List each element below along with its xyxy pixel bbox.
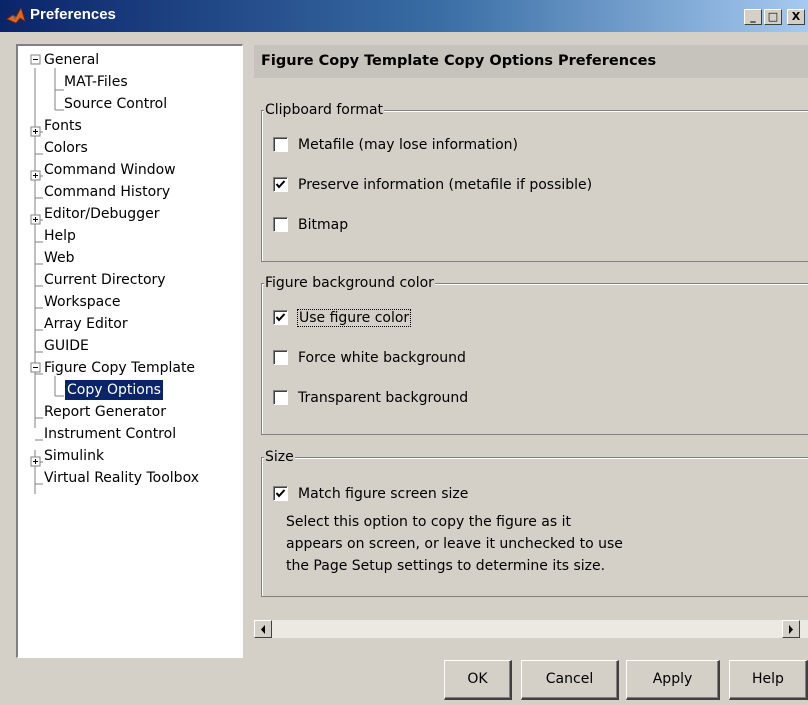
tree-item-array-editor[interactable]: Array Editor [42, 314, 130, 334]
clipboard-format-group: Clipboard format Metafile (may lose info… [261, 100, 808, 262]
preserve-information-label[interactable]: Preserve information (metafile if possib… [298, 175, 592, 195]
figure-background-color-legend: Figure background color [264, 273, 435, 293]
force-white-background-checkbox[interactable] [273, 350, 288, 365]
checkmark-icon [275, 313, 286, 322]
close-button[interactable]: X [787, 9, 805, 25]
use-figure-color-label[interactable]: Use figure color [296, 309, 412, 327]
tree-item-figure-copy-template[interactable]: Figure Copy Template [42, 358, 197, 378]
bitmap-label[interactable]: Bitmap [298, 215, 348, 235]
tree-item-virtual-reality-toolbox[interactable]: Virtual Reality Toolbox [42, 468, 201, 488]
tree-item-simulink[interactable]: Simulink [42, 446, 106, 466]
horizontal-scrollbar[interactable] [254, 620, 808, 638]
cancel-button[interactable]: Cancel [521, 660, 619, 700]
ok-button[interactable]: OK [444, 660, 512, 700]
metafile-label[interactable]: Metafile (may lose information) [298, 135, 518, 155]
tree-item-colors[interactable]: Colors [42, 138, 90, 158]
checkmark-icon [275, 489, 286, 498]
tree-item-copy-options[interactable]: Copy Options [65, 380, 163, 400]
scroll-right-button[interactable] [782, 620, 800, 638]
window-title: Preferences [30, 6, 116, 23]
tree-item-source-control[interactable]: Source Control [62, 94, 169, 114]
force-white-background-label[interactable]: Force white background [298, 348, 466, 368]
tree-item-command-window[interactable]: Command Window [42, 160, 178, 180]
tree-item-fonts[interactable]: Fonts [42, 116, 84, 136]
figure-background-color-group: Figure background color Use figure color… [261, 273, 808, 435]
transparent-background-checkbox[interactable] [273, 390, 288, 405]
matlab-logo-icon [6, 7, 26, 24]
title-bar[interactable]: Preferences _ □ X [0, 0, 808, 32]
size-description-line-1: Select this option to copy the figure as… [286, 514, 571, 530]
scroll-left-button[interactable] [254, 620, 272, 638]
preferences-tree[interactable]: General MAT-Files Source Control Fonts C… [16, 44, 243, 658]
tree-item-editor-debugger[interactable]: Editor/Debugger [42, 204, 161, 224]
match-figure-screen-size-checkbox[interactable] [273, 486, 288, 501]
checkmark-icon [275, 180, 286, 189]
tree-item-workspace[interactable]: Workspace [42, 292, 123, 312]
tree-item-command-history[interactable]: Command History [42, 182, 172, 202]
size-description-line-2: appears on screen, or leave it unchecked… [286, 536, 623, 552]
bitmap-checkbox[interactable] [273, 217, 288, 232]
size-description-line-3: the Page Setup settings to determine its… [286, 558, 606, 574]
minimize-button[interactable]: _ [744, 9, 762, 25]
clipboard-format-legend: Clipboard format [264, 100, 385, 120]
tree-item-help[interactable]: Help [42, 226, 78, 246]
tree-item-guide[interactable]: GUIDE [42, 336, 91, 356]
apply-button[interactable]: Apply [626, 660, 720, 700]
tree-item-general[interactable]: General [42, 50, 101, 70]
maximize-button[interactable]: □ [764, 9, 782, 25]
match-figure-screen-size-label[interactable]: Match figure screen size [298, 484, 468, 504]
tree-item-mat-files[interactable]: MAT-Files [62, 72, 130, 92]
tree-item-current-directory[interactable]: Current Directory [42, 270, 168, 290]
arrow-left-icon [261, 625, 265, 634]
size-legend: Size [264, 447, 295, 467]
metafile-checkbox[interactable] [273, 137, 288, 152]
tree-item-web[interactable]: Web [42, 248, 77, 268]
tree-item-report-generator[interactable]: Report Generator [42, 402, 168, 422]
transparent-background-label[interactable]: Transparent background [298, 388, 468, 408]
use-figure-color-checkbox[interactable] [273, 310, 288, 325]
help-button[interactable]: Help [729, 660, 808, 700]
arrow-right-icon [789, 625, 793, 634]
tree-item-instrument-control[interactable]: Instrument Control [42, 424, 178, 444]
panel-header: Figure Copy Template Copy Options Prefer… [254, 45, 808, 78]
preserve-information-checkbox[interactable] [273, 177, 288, 192]
